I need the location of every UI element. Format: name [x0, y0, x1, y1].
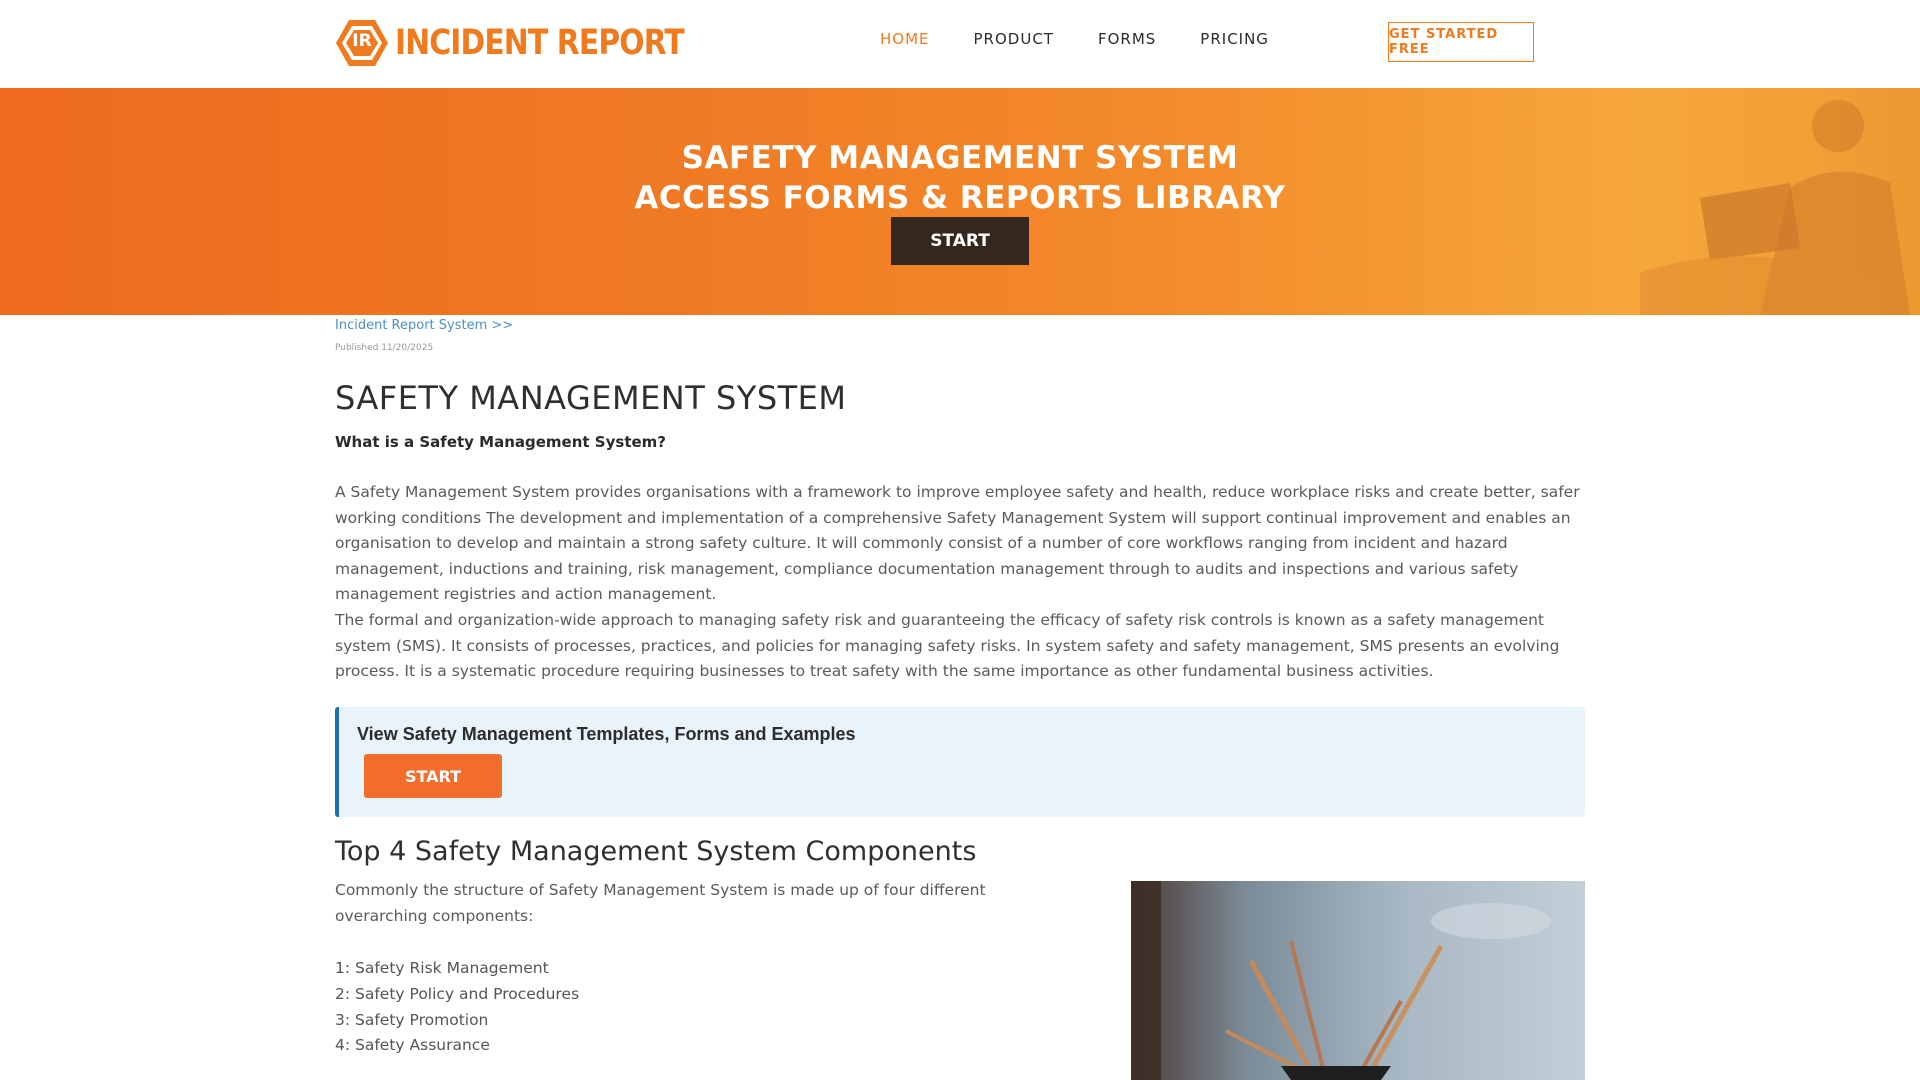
- component-item-3: 3: Safety Promotion: [335, 1011, 489, 1029]
- hero-title-line2: ACCESS FORMS & REPORTS LIBRARY: [634, 180, 1286, 216]
- components-intro: Commonly the structure of Safety Managem…: [335, 881, 986, 925]
- published-date: Published 11/20/2025: [335, 343, 434, 353]
- logo-mark: IR: [352, 31, 372, 51]
- components-heading: Top 4 Safety Management System Component…: [335, 836, 977, 867]
- callout-title: View Safety Management Templates, Forms …: [357, 724, 856, 744]
- paragraph-sms: The formal and organization-wide approac…: [335, 611, 1560, 681]
- top-navbar: IR INCIDENT REPORT HOME PRODUCT FORMS PR…: [0, 0, 1920, 88]
- nav-product[interactable]: PRODUCT: [974, 30, 1054, 48]
- logo-hex-icon: IR: [335, 18, 389, 68]
- site-logo[interactable]: IR INCIDENT REPORT: [335, 18, 735, 68]
- paragraph-intro: A Safety Management System provides orga…: [335, 483, 1580, 604]
- templates-callout: View Safety Management Templates, Forms …: [335, 707, 1585, 817]
- component-item-4: 4: Safety Assurance: [335, 1036, 490, 1054]
- component-item-2: 2: Safety Policy and Procedures: [335, 985, 580, 1003]
- pencil-cup-photo: [1131, 881, 1585, 1080]
- callout-start-button[interactable]: START: [364, 754, 502, 798]
- hero-title-line1: SAFETY MANAGEMENT SYSTEM: [681, 140, 1239, 176]
- breadcrumb[interactable]: Incident Report System >>: [335, 318, 513, 333]
- get-started-button[interactable]: GET STARTED FREE: [1388, 22, 1534, 62]
- nav-pricing[interactable]: PRICING: [1200, 30, 1269, 48]
- nav-forms[interactable]: FORMS: [1098, 30, 1156, 48]
- component-item-1: 1: Safety Risk Management: [335, 959, 549, 977]
- main-nav: HOME PRODUCT FORMS PRICING: [880, 30, 1313, 48]
- hero-banner: SAFETY MANAGEMENT SYSTEM ACCESS FORMS & …: [0, 88, 1920, 315]
- page-title: SAFETY MANAGEMENT SYSTEM: [335, 379, 847, 417]
- logo-text: INCIDENT REPORT: [395, 23, 685, 63]
- article-subheading: What is a Safety Management System?: [335, 433, 666, 451]
- nav-home[interactable]: HOME: [880, 30, 930, 48]
- hero-start-button[interactable]: START: [891, 217, 1029, 265]
